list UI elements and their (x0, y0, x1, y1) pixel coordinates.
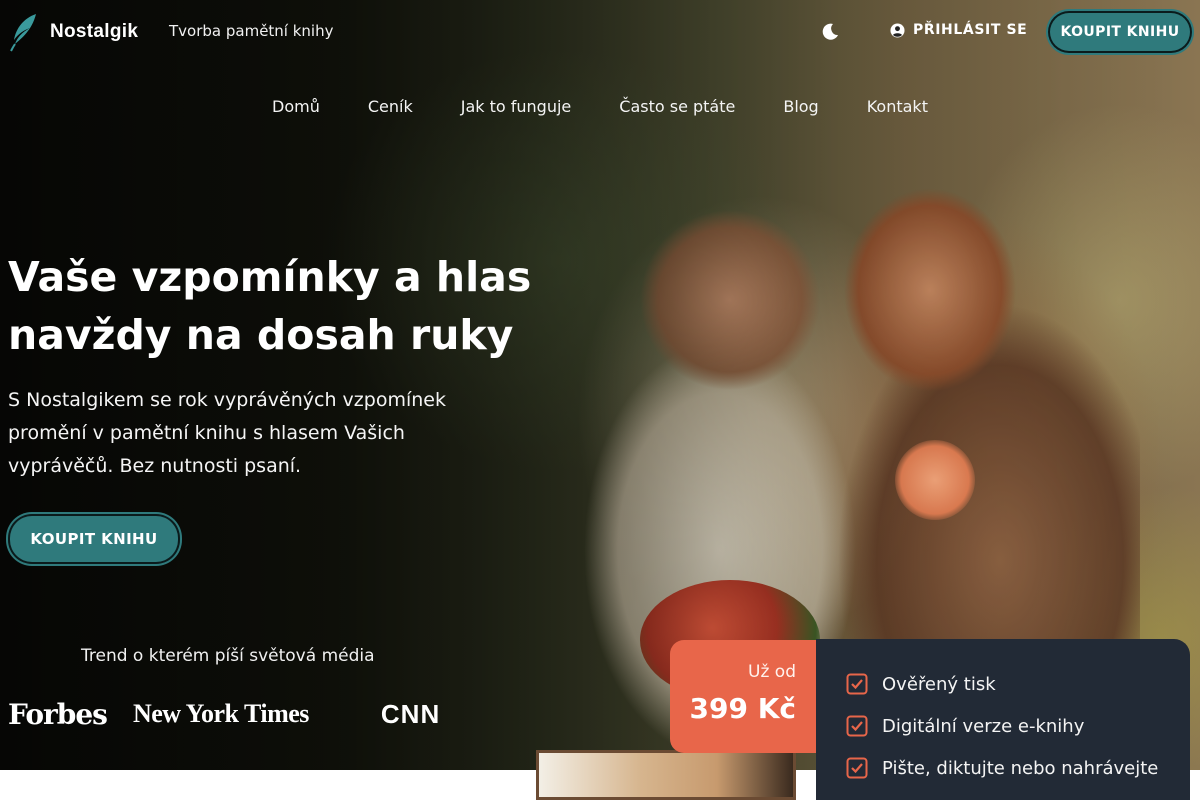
nav-item-contact[interactable]: Kontakt (867, 97, 928, 116)
buy-book-button-header[interactable]: KOUPIT KNIHU (1050, 13, 1190, 51)
nav-item-pricing[interactable]: Ceník (368, 97, 413, 116)
feature-item: Ověřený tisk (846, 663, 1190, 705)
feather-logo-icon (10, 14, 36, 52)
price-tag: Už od 399 Kč (670, 640, 816, 753)
main-navigation: Domů Ceník Jak to funguje Často se ptáte… (0, 97, 1200, 116)
moon-icon[interactable] (820, 22, 840, 42)
feature-label: Digitální verze e-knihy (882, 715, 1085, 737)
checkbox-checked-icon (846, 673, 868, 695)
feature-item: Digitální verze e-knihy (846, 705, 1190, 747)
forbes-logo: Forbes (8, 697, 108, 731)
login-button[interactable]: PŘIHLÁSIT SE (890, 22, 1027, 38)
brand-name: Nostalgik (50, 21, 139, 42)
media-section-title: Trend o kterém píší světová média (81, 646, 375, 666)
nav-item-how-it-works[interactable]: Jak to funguje (461, 97, 572, 116)
login-label: PŘIHLÁSIT SE (913, 22, 1028, 38)
feature-item: Pište, diktujte nebo nahrávejte (846, 747, 1190, 789)
logo[interactable]: Nostalgik (8, 12, 138, 52)
hero-title: Vaše vzpomínky a hlas navždy na dosah ru… (8, 253, 532, 359)
nyt-logo: New York Times (132, 699, 309, 728)
price-from-label: Už od (748, 662, 796, 682)
buy-book-button-hero[interactable]: KOUPIT KNIHU (10, 516, 178, 562)
site-header: Nostalgik Tvorba pamětní knihy PŘIHLÁSIT… (0, 0, 1200, 64)
feature-label: Ověřený tisk (882, 673, 996, 695)
user-circle-icon (890, 22, 905, 38)
features-card: Ověřený tisk Digitální verze e-knihy Piš… (816, 639, 1190, 800)
media-logos: Forbes New York Times CNN (8, 694, 440, 734)
checkbox-checked-icon (846, 715, 868, 737)
nav-item-home[interactable]: Domů (272, 97, 320, 116)
next-section-photo (536, 750, 796, 800)
cnn-logo: CNN (380, 698, 441, 729)
nav-item-faq[interactable]: Často se ptáte (619, 97, 735, 116)
nav-item-blog[interactable]: Blog (783, 97, 818, 116)
hero-photo-boutonniere (895, 440, 975, 520)
brand-tagline: Tvorba pamětní knihy (169, 22, 334, 40)
hero-subtitle: S Nostalgikem se rok vyprávěných vzpomín… (8, 389, 446, 477)
price-value: 399 Kč (689, 692, 797, 725)
feature-label: Pište, diktujte nebo nahrávejte (882, 757, 1159, 779)
next-section (0, 770, 536, 800)
checkbox-checked-icon (846, 757, 868, 779)
